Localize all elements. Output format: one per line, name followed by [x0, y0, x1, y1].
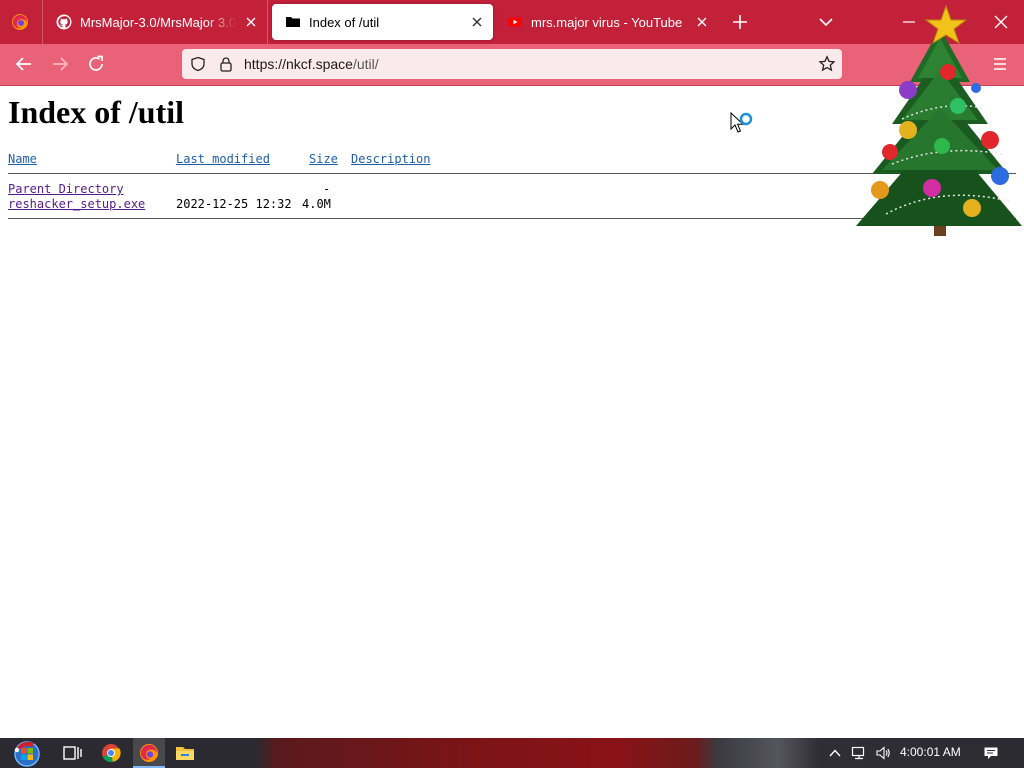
- chevron-up-icon[interactable]: [827, 745, 843, 761]
- firefox-view-icon[interactable]: [8, 10, 32, 34]
- firefox-icon[interactable]: [137, 741, 161, 765]
- start-orb-icon[interactable]: [12, 739, 42, 769]
- action-center-icon[interactable]: [983, 745, 999, 761]
- close-tab-icon[interactable]: [243, 14, 259, 30]
- column-header-last-modified[interactable]: Last modified: [176, 152, 270, 166]
- lock-icon[interactable]: [218, 56, 234, 72]
- tab-github[interactable]: MrsMajor-3.0/MrsMajor 3.0/gdi: [42, 0, 268, 44]
- address-bar[interactable]: https://nkcf.space/util/: [182, 49, 842, 79]
- file-link[interactable]: reshacker_setup.exe: [8, 197, 145, 211]
- column-header-description[interactable]: Description: [351, 152, 430, 166]
- volume-icon[interactable]: [875, 745, 891, 761]
- bookmark-star-icon[interactable]: [818, 55, 836, 73]
- tab-label: MrsMajor-3.0/MrsMajor 3.0/gdi: [80, 14, 237, 30]
- close-tab-icon[interactable]: [469, 14, 485, 30]
- size-cell: 4.0M: [302, 197, 331, 211]
- tab-youtube[interactable]: mrs.major virus - YouTube: [494, 0, 718, 44]
- back-icon[interactable]: [12, 52, 36, 76]
- reload-icon[interactable]: [84, 52, 108, 76]
- taskbar: 4:00:01 AM: [0, 738, 1024, 768]
- column-header-size[interactable]: Size: [309, 152, 338, 166]
- column-header-name[interactable]: Name: [8, 152, 37, 166]
- forward-icon[interactable]: [48, 52, 72, 76]
- page-title: Index of /util: [8, 94, 185, 130]
- christmas-tree-image: [856, 4, 1022, 236]
- tracking-protection-icon[interactable]: [190, 56, 206, 72]
- tab-label: mrs.major virus - YouTube: [531, 14, 683, 30]
- busy-cursor-icon: [730, 112, 753, 133]
- last-modified-cell: 2022-12-25 12:32: [176, 197, 292, 211]
- file-explorer-icon[interactable]: [173, 741, 197, 765]
- folder-icon: [286, 17, 300, 27]
- url-path: /util/: [352, 56, 379, 72]
- network-icon[interactable]: [851, 745, 867, 761]
- close-tab-icon[interactable]: [694, 14, 710, 30]
- youtube-icon: [508, 17, 522, 27]
- tab-index-util[interactable]: Index of /util: [272, 4, 493, 40]
- new-tab-icon[interactable]: [728, 10, 752, 34]
- task-view-icon[interactable]: [60, 741, 84, 765]
- list-all-tabs-icon[interactable]: [814, 10, 838, 34]
- size-cell: -: [323, 182, 331, 196]
- tab-label: Index of /util: [309, 14, 380, 30]
- parent-directory-link[interactable]: Parent Directory: [8, 182, 124, 196]
- url-host: https://nkcf.space: [244, 56, 353, 72]
- github-icon: [56, 14, 72, 30]
- url-text[interactable]: https://nkcf.space/util/: [244, 56, 379, 72]
- system-clock[interactable]: 4:00:01 AM: [900, 745, 961, 759]
- chrome-icon[interactable]: [99, 741, 123, 765]
